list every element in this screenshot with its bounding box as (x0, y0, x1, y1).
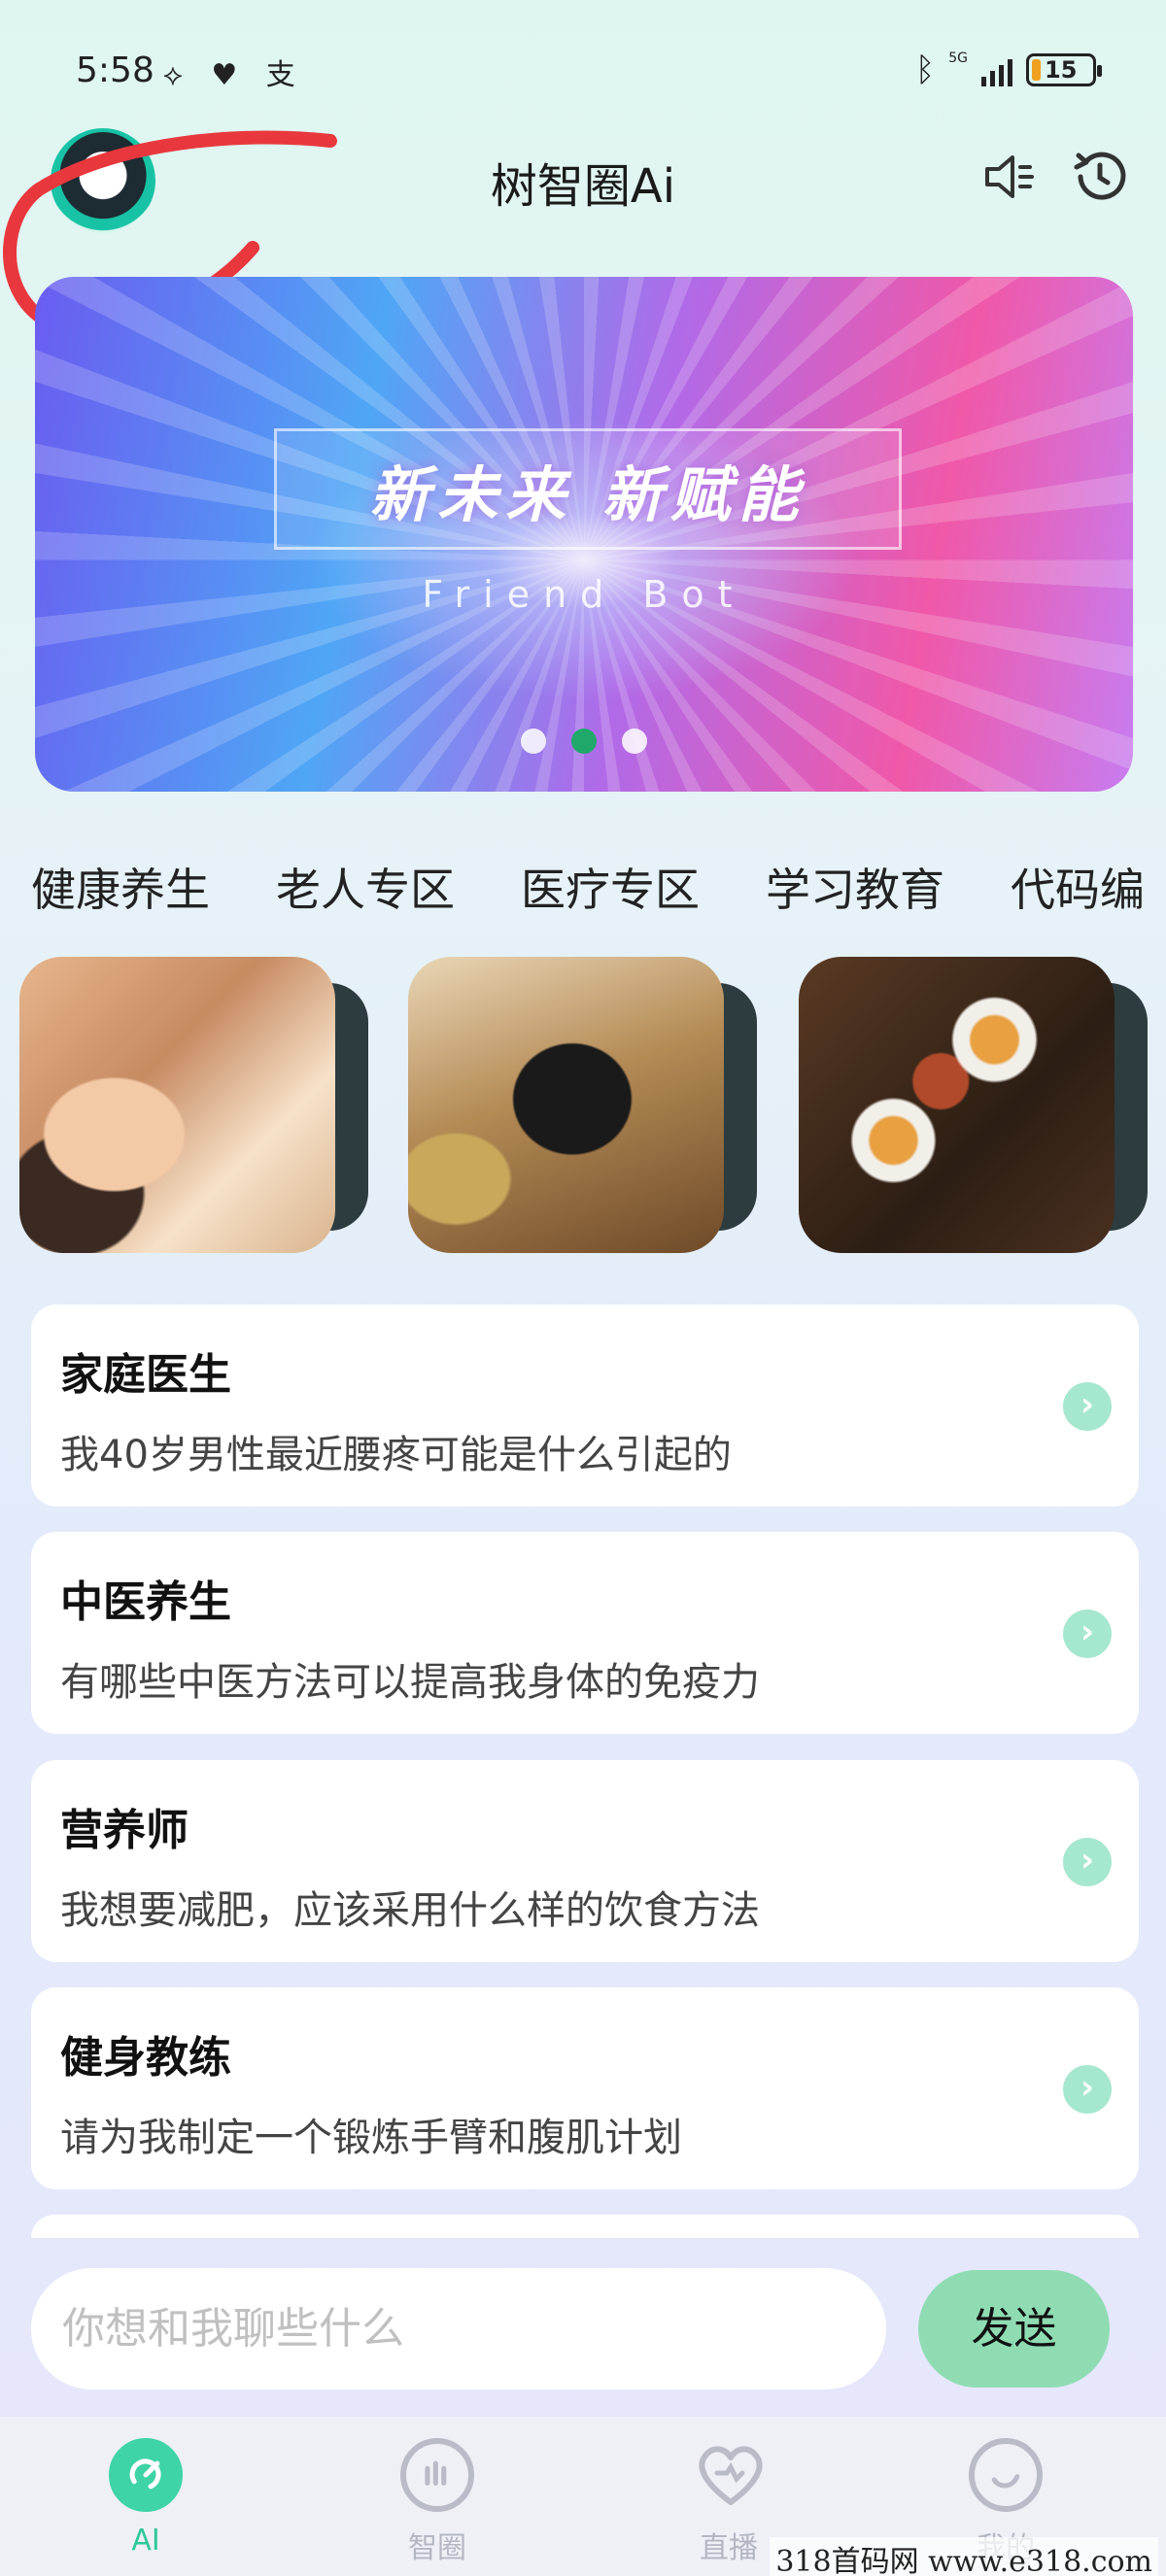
prompt-card-family-doctor[interactable]: 家庭医生 我40岁男性最近腰疼可能是什么引起的 › (31, 1305, 1139, 1507)
chevron-right-icon[interactable]: › (1063, 1610, 1112, 1658)
nav-item-ai[interactable]: AI (49, 2417, 243, 2576)
signal-icon (981, 53, 1012, 86)
nav-label: 智圈 (408, 2531, 466, 2565)
chat-input[interactable] (31, 2268, 886, 2390)
status-time: 5:58 (76, 51, 154, 90)
battery-level: 15 (1045, 56, 1078, 84)
watermark: 318首码网 www.e318.com (770, 2537, 1158, 2576)
nav-label: AI (131, 2524, 160, 2558)
notification-icons: ⟡ ♥ 支 (163, 58, 305, 92)
prompt-card-nutritionist[interactable]: 营养师 我想要减肥，应该采用什么样的饮食方法 › (31, 1760, 1139, 1962)
prompt-title: 健身教练 (60, 2033, 231, 2083)
prompt-card-partial[interactable] (31, 2215, 1139, 2238)
battery-fill (1032, 59, 1042, 81)
tab-education[interactable]: 学习教育 (766, 855, 944, 932)
send-button[interactable]: 发送 (918, 2270, 1110, 2388)
prompt-title: 家庭医生 (60, 1350, 231, 1400)
banner-pagination (521, 729, 647, 754)
banner-dot[interactable] (622, 729, 647, 754)
banner-dot[interactable] (521, 729, 546, 754)
profile-icon (969, 2438, 1043, 2512)
tab-elderly[interactable]: 老人专区 (276, 855, 455, 932)
speaker-icon[interactable] (979, 148, 1038, 206)
chevron-right-icon[interactable]: › (1063, 1382, 1112, 1431)
banner-heading: 新未来 新赋能 (369, 458, 806, 530)
prompt-title: 营养师 (60, 1806, 189, 1855)
prompt-card-fitness-coach[interactable]: 健身教练 请为我制定一个锻炼手臂和腹肌计划 › (31, 1987, 1139, 2189)
prompt-card-tcm[interactable]: 中医养生 有哪些中医方法可以提高我身体的免疫力 › (31, 1532, 1139, 1734)
tab-coding[interactable]: 代码编 (1011, 855, 1145, 932)
ai-icon (109, 2438, 183, 2512)
prompt-text: 我想要减肥，应该采用什么样的饮食方法 (60, 1888, 760, 1933)
prompt-title: 中医养生 (60, 1577, 231, 1627)
circle-bars-icon (400, 2438, 474, 2512)
nav-item-zhiquan[interactable]: 智圈 (340, 2417, 534, 2576)
massage-photo-card[interactable] (19, 957, 335, 1253)
history-icon[interactable] (1069, 146, 1131, 208)
chevron-right-icon[interactable]: › (1063, 1838, 1112, 1886)
prompt-text: 请为我制定一个锻炼手臂和腹肌计划 (60, 2116, 682, 2160)
banner-subtitle: Friend Bot (422, 573, 746, 616)
herbal-teapot-photo-card[interactable] (408, 957, 724, 1253)
tab-medical[interactable]: 医疗专区 (521, 855, 700, 932)
category-tabs: 健康养生 老人专区 医疗专区 学习教育 代码编 (31, 855, 1166, 932)
banner-heading-box: 新未来 新赋能 (274, 428, 902, 550)
battery-icon: 15 (1026, 53, 1102, 86)
network-type-label: 5G (948, 51, 968, 66)
bluetooth-icon: ᛒ (914, 51, 936, 89)
heart-icon (699, 2446, 763, 2505)
prompt-text: 我40岁男性最近腰疼可能是什么引起的 (60, 1433, 732, 1477)
tea-set-photo-card[interactable] (799, 957, 1115, 1253)
tab-health[interactable]: 健康养生 (31, 855, 210, 932)
prompt-text: 有哪些中医方法可以提高我身体的免疫力 (60, 1660, 760, 1705)
banner-dot-active[interactable] (571, 729, 597, 754)
promo-banner[interactable]: 新未来 新赋能 Friend Bot (35, 277, 1133, 792)
chevron-right-icon[interactable]: › (1063, 2065, 1112, 2114)
status-right-icons: ᛒ 5G 15 (914, 51, 1102, 89)
